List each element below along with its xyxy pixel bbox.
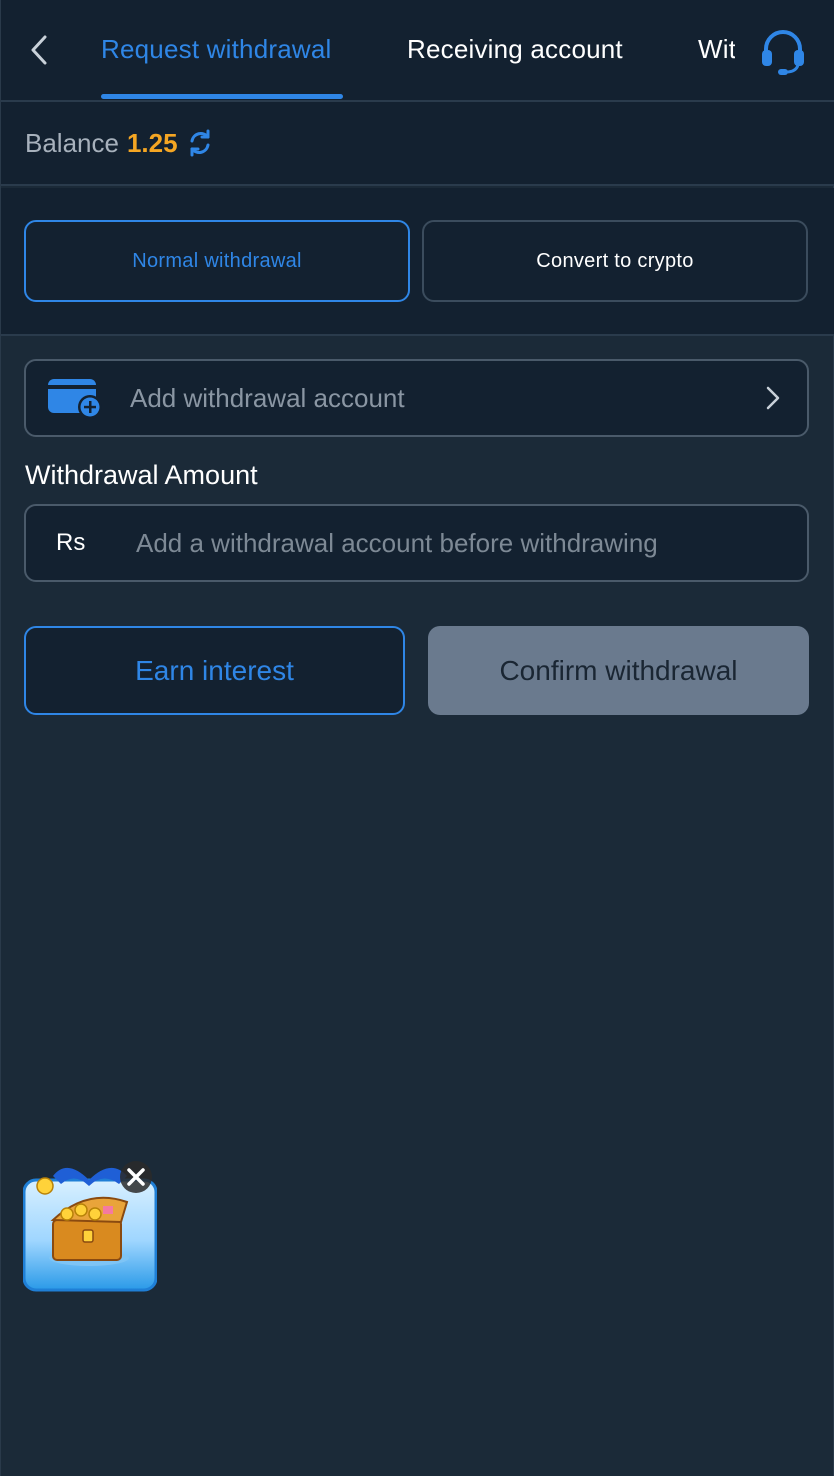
back-button[interactable] bbox=[23, 30, 55, 70]
confirm-withdrawal-button[interactable]: Confirm withdrawal bbox=[428, 626, 809, 715]
tab-withdrawal-record[interactable]: Withdrawal record bbox=[698, 34, 735, 65]
chevron-left-icon bbox=[31, 35, 47, 65]
convert-to-crypto-button[interactable]: Convert to crypto bbox=[422, 220, 808, 302]
balance-label: Balance bbox=[25, 127, 119, 158]
chevron-right-icon bbox=[766, 386, 780, 410]
customer-support-button[interactable] bbox=[755, 26, 811, 78]
top-tab-bar: Request withdrawal Receiving account Wit… bbox=[1, 0, 834, 102]
withdrawal-amount-field: Rs bbox=[24, 504, 809, 582]
tab-list: Request withdrawal Receiving account Wit… bbox=[101, 0, 735, 100]
withdrawal-amount-label: Withdrawal Amount bbox=[25, 460, 258, 490]
withdrawal-amount-input[interactable] bbox=[112, 506, 807, 580]
headset-icon bbox=[762, 30, 804, 75]
refresh-icon[interactable] bbox=[186, 129, 214, 157]
close-icon[interactable] bbox=[117, 1158, 155, 1196]
active-tab-indicator bbox=[101, 94, 343, 99]
balance-row: Balance 1.25 bbox=[1, 102, 834, 186]
tab-request-withdrawal[interactable]: Request withdrawal bbox=[101, 34, 332, 65]
currency-symbol: Rs bbox=[56, 529, 86, 556]
earn-interest-button[interactable]: Earn interest bbox=[24, 626, 405, 715]
tab-receiving-account[interactable]: Receiving account bbox=[407, 34, 623, 65]
normal-withdrawal-button[interactable]: Normal withdrawal bbox=[24, 220, 410, 302]
withdrawal-page: Request withdrawal Receiving account Wit… bbox=[0, 0, 834, 1476]
wallet-add-icon bbox=[48, 379, 102, 419]
add-withdrawal-account-label: Add withdrawal account bbox=[130, 382, 405, 413]
add-withdrawal-account-row[interactable]: Add withdrawal account bbox=[24, 359, 809, 437]
withdrawal-mode-selector: Normal withdrawal Convert to crypto bbox=[1, 188, 834, 336]
balance-value: 1.25 bbox=[126, 127, 178, 158]
